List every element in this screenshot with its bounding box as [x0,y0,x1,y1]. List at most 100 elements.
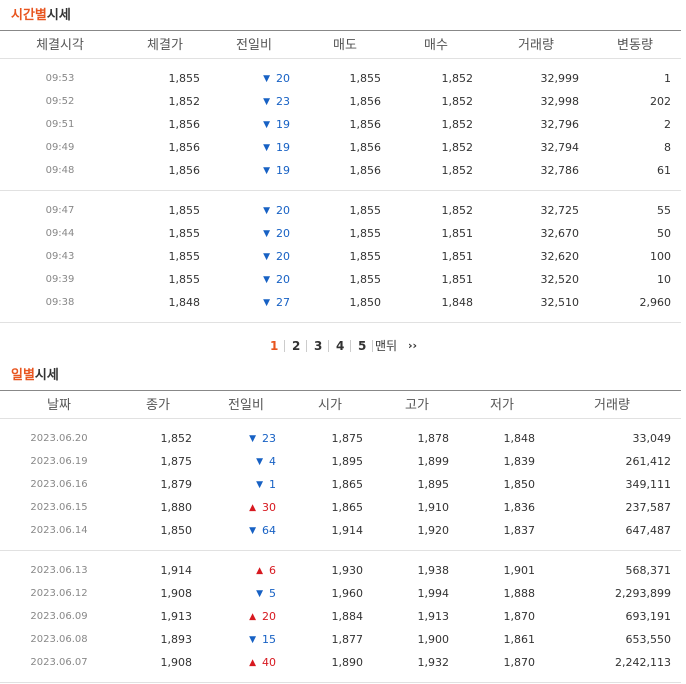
row-volume: 33,049 [632,432,672,445]
row-bid: 1,852 [441,95,474,108]
daily-section-title: 일별시세 [11,368,59,384]
change-value: ▼ 20 [263,250,290,264]
row-open: 1,890 [331,656,364,669]
row-price: 1,856 [168,118,201,131]
row-high: 1,920 [417,524,450,537]
row-volume: 349,111 [625,478,672,491]
row-volume: 32,520 [540,273,580,286]
change-value: ▼ 20 [263,204,290,218]
row-ask: 1,856 [349,118,382,131]
change-value: ▼ 23 [249,432,276,446]
up-triangle-icon: ▲ [249,658,256,668]
row-bid: 1,852 [441,204,474,217]
row-low: 1,870 [503,656,536,669]
up-triangle-icon: ▲ [249,503,256,513]
group-separator [0,190,681,191]
change-number: 20 [276,273,290,286]
change-value: ▲ 20 [249,610,276,624]
change-number: 27 [276,296,290,309]
row-low: 1,870 [503,610,536,623]
page-separator [372,340,373,352]
table-bottom-border [0,322,681,323]
row-low: 1,839 [503,455,536,468]
row-delta: 55 [657,204,671,217]
row-volume: 647,487 [625,524,672,537]
row-date: 2023.06.20 [30,433,88,444]
row-high: 1,895 [417,478,450,491]
row-volume: 32,794 [540,141,580,154]
down-triangle-icon: ▼ [263,229,270,239]
row-time: 09:53 [45,73,75,84]
row-high: 1,899 [417,455,450,468]
change-number: 19 [276,118,290,131]
row-close: 1,908 [160,656,193,669]
header-delta: 변동량 [617,38,653,53]
row-volume: 2,242,113 [615,656,671,669]
row-low: 1,836 [503,501,536,514]
row-high: 1,878 [417,432,450,445]
header-date: 날짜 [47,398,71,413]
row-low: 1,850 [503,478,536,491]
row-bid: 1,852 [441,164,474,177]
row-volume: 32,999 [540,72,580,85]
change-value: ▲ 30 [249,501,276,515]
row-high: 1,938 [417,564,450,577]
row-bid: 1,851 [441,227,474,240]
down-triangle-icon: ▼ [263,275,270,285]
last-page-link[interactable]: 맨뒤 [375,338,397,354]
down-triangle-icon: ▼ [263,120,270,130]
intraday-title-accent: 시간별 [11,8,47,23]
row-close: 1,850 [160,524,193,537]
daily-title-rest: 시세 [34,368,59,383]
change-number: 20 [262,610,276,623]
change-number: 20 [276,227,290,240]
row-bid: 1,851 [441,273,474,286]
row-open: 1,875 [331,432,364,445]
row-date: 2023.06.13 [30,565,88,576]
daily-title-accent: 일별 [11,368,35,383]
double-chevron-right-icon[interactable]: ›› [408,338,417,354]
row-time: 09:38 [45,297,75,308]
change-value: ▼ 20 [263,273,290,287]
row-ask: 1,855 [349,204,382,217]
row-high: 1,932 [417,656,450,669]
change-number: 19 [276,141,290,154]
row-low: 1,901 [503,564,536,577]
row-time: 09:49 [45,142,75,153]
change-value: ▼ 19 [263,164,290,178]
row-low: 1,848 [503,432,536,445]
row-time: 09:43 [45,251,75,262]
page-link-3[interactable]: 3 [314,338,322,354]
row-volume: 32,725 [540,204,580,217]
page-link-4[interactable]: 4 [336,338,344,354]
header-bottom-border [0,418,681,419]
row-low: 1,837 [503,524,536,537]
row-close: 1,893 [160,633,193,646]
change-number: 1 [269,478,276,491]
change-value: ▼ 1 [256,478,276,492]
page-link-5[interactable]: 5 [358,338,366,354]
row-delta: 10 [657,273,671,286]
page-separator [284,340,285,352]
row-volume: 653,550 [625,633,672,646]
row-delta: 2,960 [639,296,672,309]
row-high: 1,913 [417,610,450,623]
row-price: 1,856 [168,141,201,154]
change-value: ▲ 6 [256,564,276,578]
row-volume: 261,412 [625,455,672,468]
header-bid: 매수 [424,38,448,53]
table-bottom-border [0,682,681,683]
header-volume: 거래량 [518,38,554,53]
row-ask: 1,855 [349,72,382,85]
row-delta: 1 [664,72,671,85]
row-date: 2023.06.16 [30,479,88,490]
change-number: 5 [269,587,276,600]
row-price: 1,855 [168,250,201,263]
page-link-2[interactable]: 2 [292,338,300,354]
row-delta: 2 [664,118,671,131]
down-triangle-icon: ▼ [256,589,263,599]
change-value: ▼ 15 [249,633,276,647]
down-triangle-icon: ▼ [249,526,256,536]
row-volume: 32,670 [540,227,580,240]
page-link-1[interactable]: 1 [270,338,278,354]
